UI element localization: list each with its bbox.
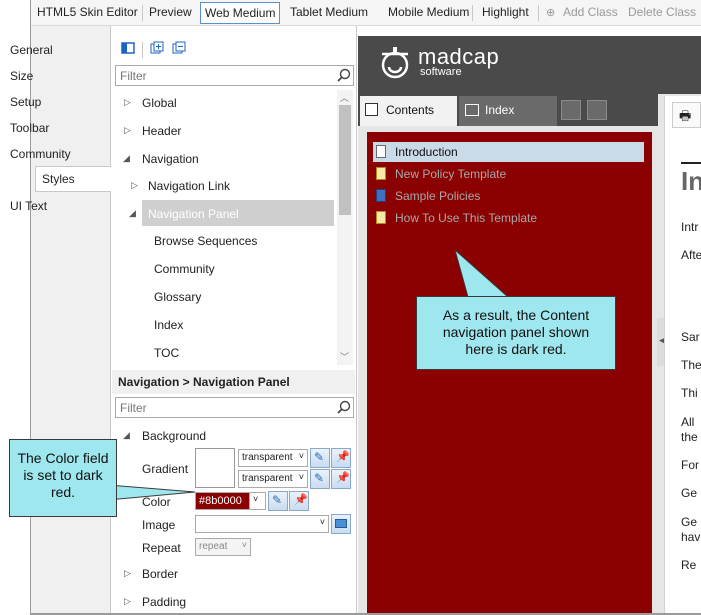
right-callout-pointer bbox=[454, 248, 510, 298]
left-callout: The Color field is set to dark red. bbox=[9, 439, 117, 517]
right-callout: As a result, the Content navigation pane… bbox=[416, 296, 616, 370]
left-callout-pointer bbox=[107, 484, 196, 501]
